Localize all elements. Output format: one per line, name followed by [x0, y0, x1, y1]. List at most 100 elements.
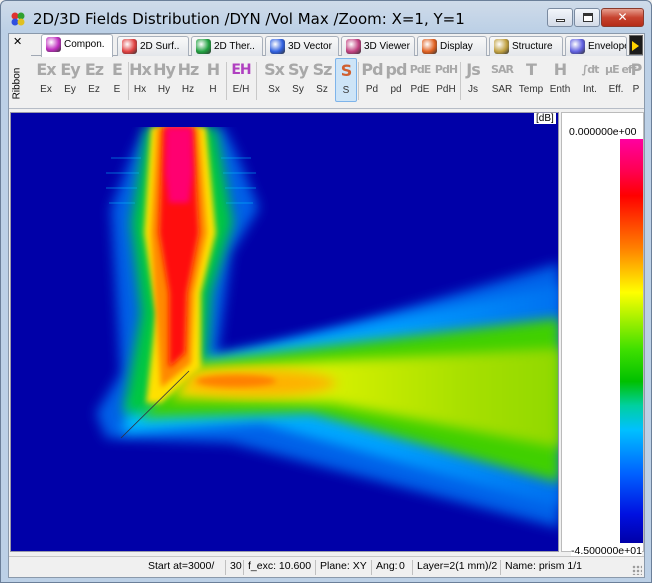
toolbar-button-enth[interactable]: H Enth	[547, 58, 573, 102]
close-icon: ✕	[617, 10, 628, 24]
toolbar-button-h[interactable]: HH	[201, 58, 225, 102]
tab-label: 2D Ther..	[214, 41, 255, 52]
component-pd-icon: Pd	[361, 60, 383, 79]
toolbar-button-pde[interactable]: PdE PdE	[409, 58, 431, 102]
tab-display[interactable]: Display	[417, 36, 487, 56]
component-ex-icon: Ex	[36, 60, 56, 79]
component-pd-icon: pd	[385, 60, 408, 79]
component-p-icon: P	[630, 60, 643, 79]
tab-3d-vector[interactable]: 3D Vector	[265, 36, 339, 56]
toolbar-button-label: Js	[468, 84, 478, 95]
toolbar-button-label: E	[113, 84, 121, 95]
arrow-right-icon	[632, 41, 639, 51]
toolbar-button-label: Sx	[268, 84, 280, 95]
tab-label: Display	[440, 41, 473, 52]
toolbar-button-e-h[interactable]: EH E/H	[227, 58, 255, 102]
toolbar-button-sar[interactable]: SAR SAR	[489, 58, 515, 102]
tab-2d-surf[interactable]: 2D Surf..	[117, 36, 189, 56]
toolbar-button-temp[interactable]: T Temp	[517, 58, 545, 102]
toolbar-button-hx[interactable]: Hx Hx	[129, 58, 152, 102]
tab-2d-ther[interactable]: 2D Ther..	[191, 36, 263, 56]
component-e-icon	[46, 37, 61, 52]
status-layer: Layer=2(1 mm)/2	[412, 560, 497, 575]
toolbar-button-e[interactable]: EE	[107, 58, 127, 102]
toolbar-button-pdh[interactable]: PdH PdH	[433, 58, 459, 102]
component-temp-icon: T	[526, 60, 537, 79]
toolbar-button-s[interactable]: SS	[335, 58, 357, 102]
minimize-icon	[556, 19, 565, 22]
toolbar-button-label: pd	[390, 84, 402, 95]
component-pdh-icon: PdH	[434, 63, 458, 76]
colorbar-panel: 0.000000e+00 -4.500000e+01	[561, 112, 644, 557]
ribbon-close-icon[interactable]: ✕	[13, 35, 22, 48]
toolbar-button-hz[interactable]: Hz Hz	[177, 58, 200, 102]
toolbar-button-label: Sz	[316, 84, 328, 95]
component-sz-icon: Sz	[312, 60, 333, 79]
minimize-button[interactable]	[547, 8, 573, 27]
thermal-icon	[196, 39, 211, 54]
tab-compon[interactable]: Compon.	[41, 34, 113, 57]
toolbar-button-sz[interactable]: Sz Sz	[311, 58, 333, 102]
toolbar-button-sx[interactable]: Sx Sx	[263, 58, 285, 102]
component-hz-icon: Hz	[177, 60, 200, 79]
field-map	[11, 113, 558, 551]
toolbar-button-p[interactable]: PP	[629, 58, 643, 102]
component-int--icon: ∫dt	[581, 63, 600, 76]
structure-icon	[494, 39, 509, 54]
field-distribution-plot[interactable]	[10, 112, 559, 552]
toolbar-button-ex[interactable]: Ex Ex	[35, 58, 57, 102]
tab-structure[interactable]: Structure	[489, 36, 563, 56]
toolbar-button-label: Pd	[365, 84, 379, 95]
component-enth-icon: H	[553, 60, 567, 79]
toolbar-button-pd[interactable]: Pd Pd	[361, 58, 383, 102]
surface-icon	[122, 39, 137, 54]
ribbon-side-label[interactable]: Ribbon	[11, 68, 22, 100]
tab-envelope[interactable]: Envelope	[565, 36, 627, 56]
component-hx-icon: Hx	[129, 60, 152, 79]
toolbar-button-ez[interactable]: Ez Ez	[83, 58, 105, 102]
maximize-icon	[583, 13, 593, 22]
component-h-icon: H	[206, 60, 220, 79]
toolbar-button-label: Hy	[157, 84, 171, 95]
resize-grip-icon[interactable]	[632, 565, 642, 575]
toolbar-button-js[interactable]: Js Js	[461, 58, 485, 102]
client-area: ✕ Ribbon Compon. 2D Surf.. 2D Ther.. 3D Vec…	[8, 33, 645, 578]
toolbar-button-hy[interactable]: Hy Hy	[153, 58, 176, 102]
status-name: Name: prism 1/1	[500, 560, 582, 575]
component-hy-icon: Hy	[153, 60, 176, 79]
toolbar-button-label: PdE	[410, 84, 430, 95]
close-button[interactable]: ✕	[601, 8, 644, 27]
component-s-icon: S	[340, 61, 353, 80]
tab-3d-viewer[interactable]: 3D Viewer	[341, 36, 415, 56]
toolbar-button-label: P	[632, 84, 640, 95]
status-ang-label: Ang:	[371, 560, 398, 575]
toolbar-button-label: Sy	[292, 84, 304, 95]
toolbar-button-label: SAR	[491, 84, 513, 95]
toolbar-button-label: Ex	[40, 84, 52, 95]
toolbar-button-ey[interactable]: Ey Ey	[59, 58, 81, 102]
tab-label: 3D Viewer	[364, 41, 410, 52]
maximize-button[interactable]	[574, 8, 600, 27]
toolbar-button-pd[interactable]: pd pd	[385, 58, 408, 102]
vector-icon	[270, 39, 285, 54]
status-plane: Plane: XY	[315, 560, 367, 575]
toolbar-button-label: S	[342, 85, 350, 96]
toolbar-button-sy[interactable]: Sy Sy	[287, 58, 309, 102]
viewer-icon	[346, 39, 361, 54]
toolbar-separator	[256, 62, 257, 100]
display-icon	[422, 39, 437, 54]
title-bar[interactable]: 2D/3D Fields Distribution /DYN /Vol Max …	[1, 1, 651, 33]
tab-scroll-right-button[interactable]	[629, 35, 643, 55]
toolbar-button-label: Hz	[181, 84, 195, 95]
status-start: Start at=3000/	[148, 560, 215, 572]
toolbar-button-eff-[interactable]: μE eff Eff.	[605, 58, 636, 102]
toolbar-separator	[358, 62, 359, 100]
toolbar-button-label: Eff.	[608, 84, 624, 95]
colorbar	[620, 139, 643, 543]
ribbon-side: ✕ Ribbon	[9, 34, 29, 108]
component-sar-icon: SAR	[491, 63, 514, 76]
toolbar-button-int-[interactable]: ∫dt Int.	[577, 58, 603, 102]
status-step: 30	[225, 560, 242, 575]
toolbar-button-label: Ez	[88, 84, 100, 95]
ribbon-tabs: Compon. 2D Surf.. 2D Ther.. 3D Vector 3D Vie…	[31, 34, 643, 57]
